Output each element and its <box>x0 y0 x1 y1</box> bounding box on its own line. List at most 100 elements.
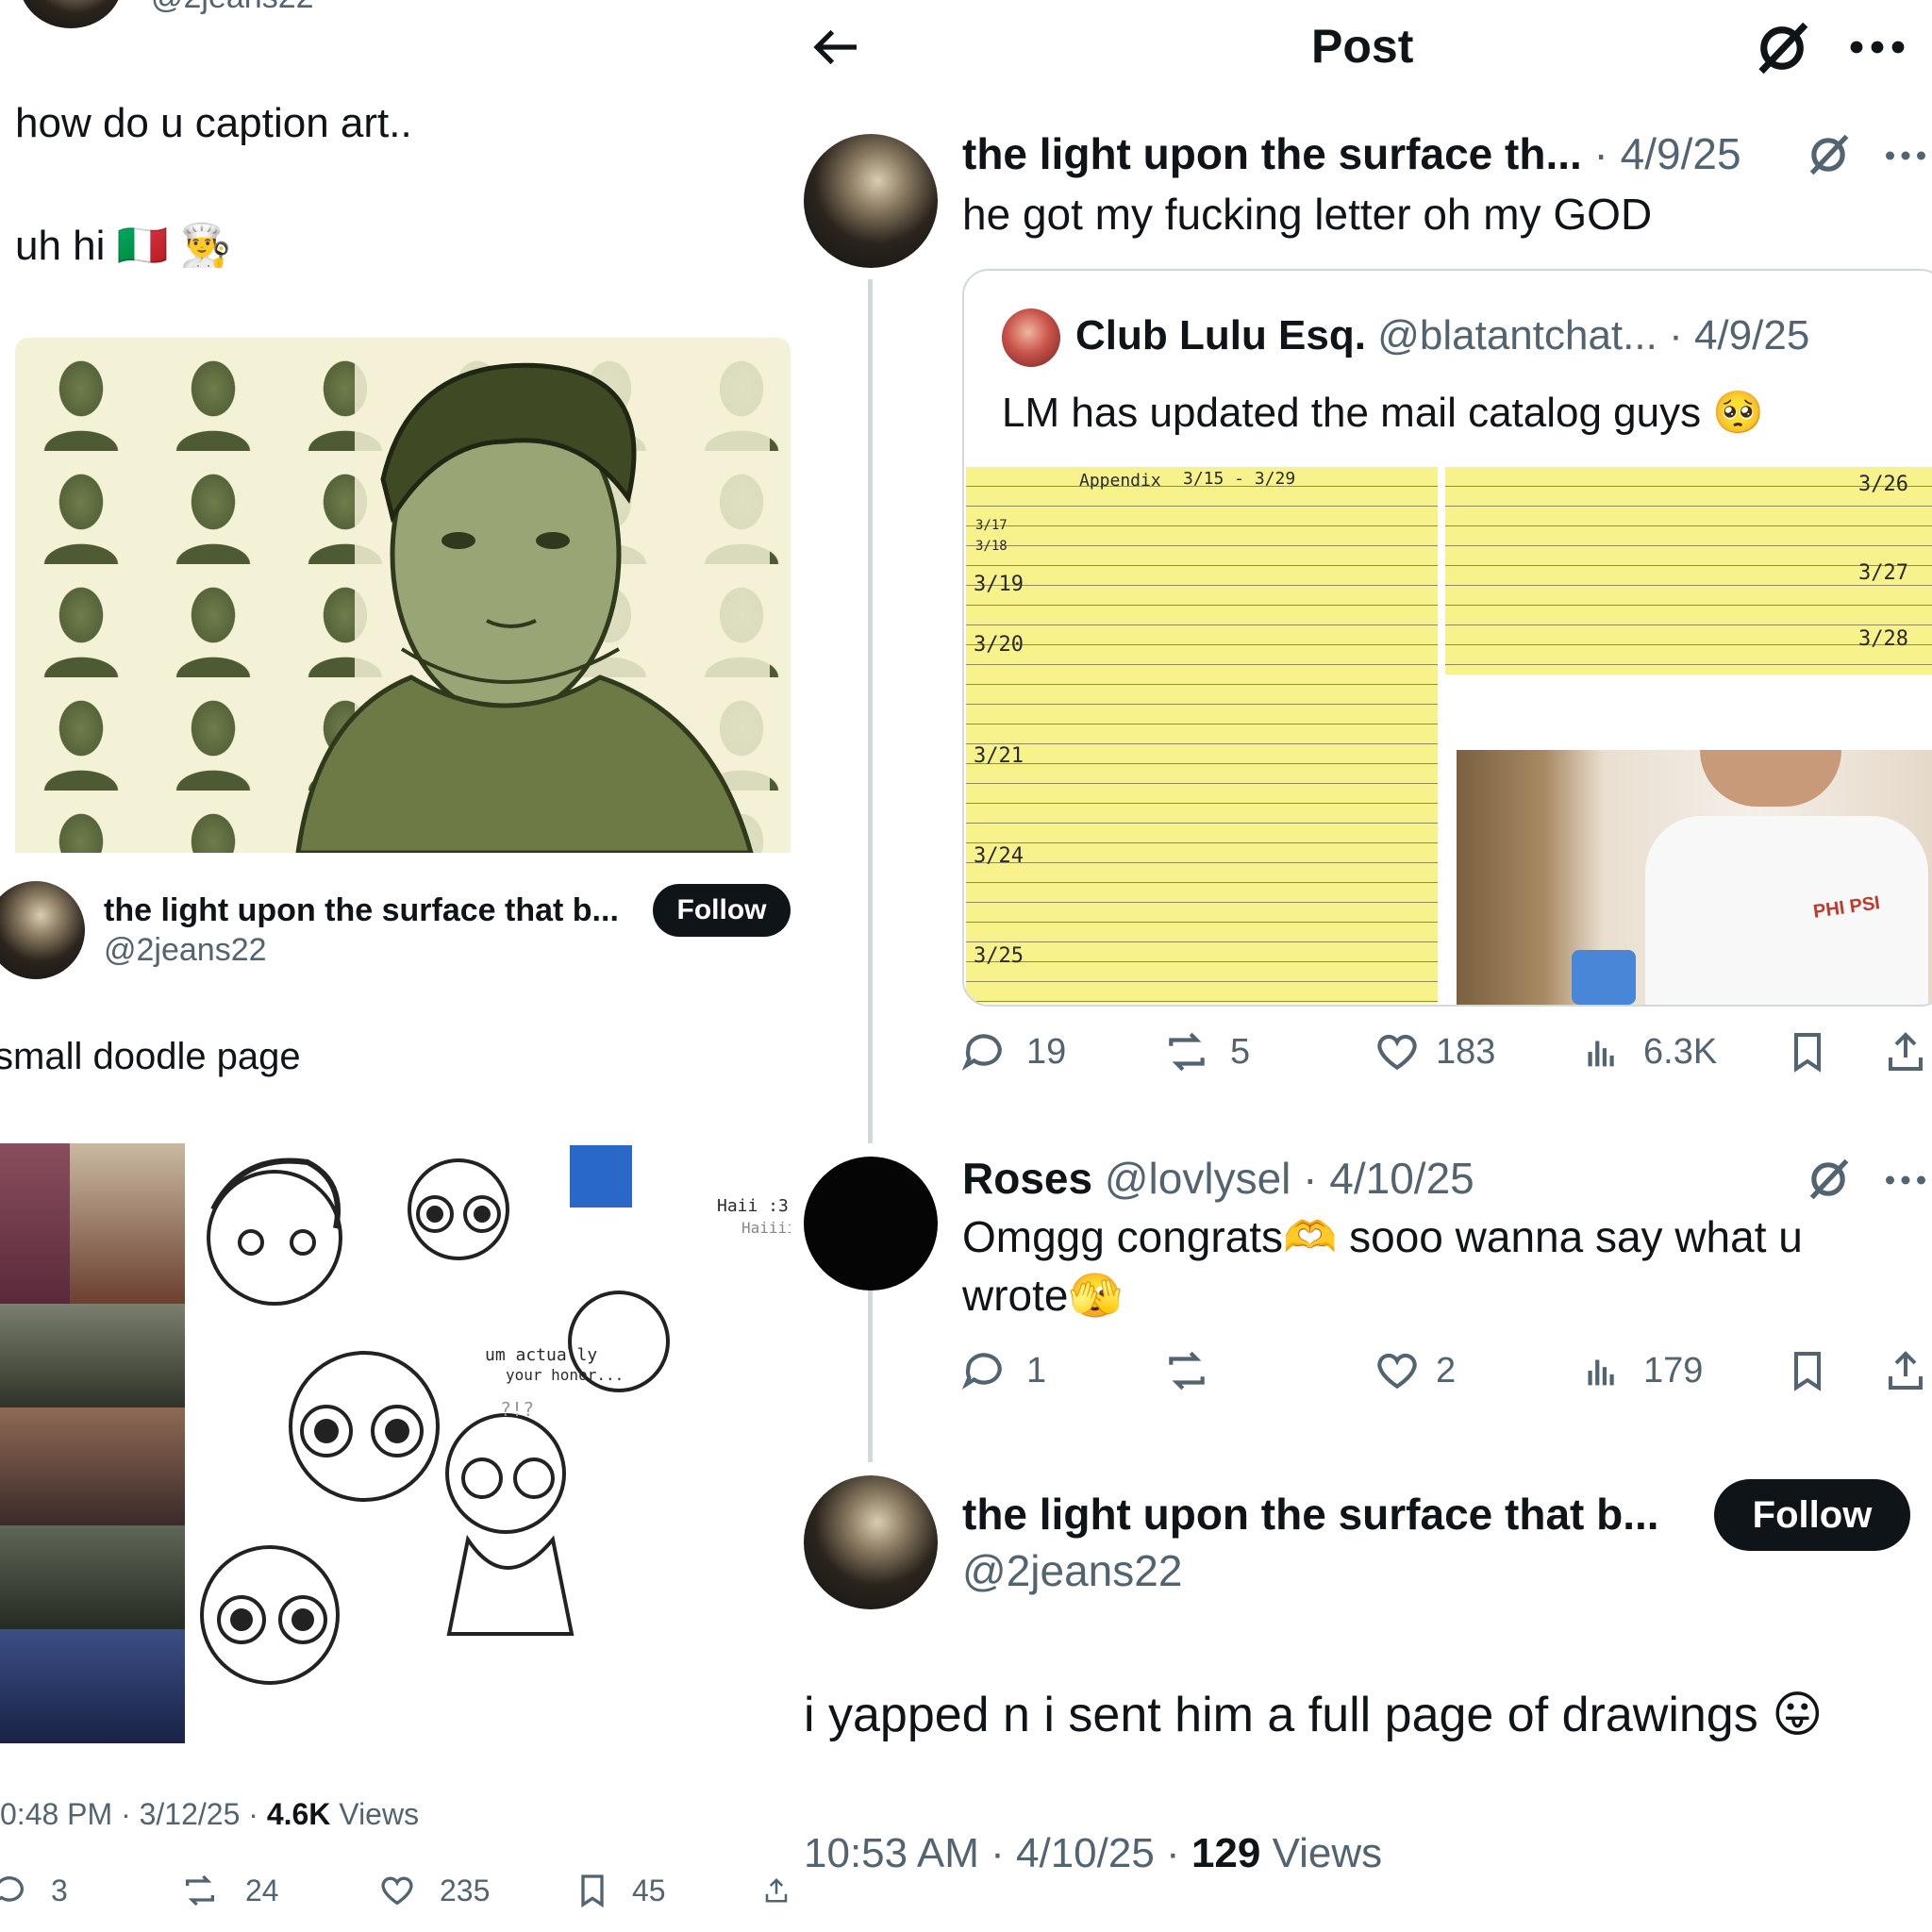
catalog-date-1: 3/17 <box>975 518 1008 533</box>
collage-photo-4 <box>0 1407 185 1525</box>
back-arrow-icon[interactable] <box>808 21 866 74</box>
photo-collage[interactable] <box>0 1143 185 1743</box>
catalog-right-date-3: 3/28 <box>1858 627 1908 651</box>
doodle-text-qmarks: ?!? <box>500 1398 535 1421</box>
quote-date: 4/9/25 <box>1693 312 1810 358</box>
doodle-text-your-honor: your honor... <box>506 1366 625 1384</box>
author-post-date[interactable]: 4/10/25 <box>1016 1830 1155 1876</box>
catalog-date-6: 3/24 <box>974 844 1024 868</box>
catalog-right-image: 3/26 3/27 3/28 <box>1445 467 1932 675</box>
main-tweet-date[interactable]: 4/9/25 <box>1621 129 1741 178</box>
left-meta-dot-1: · <box>112 1797 140 1831</box>
doodle-post-text: small doodle page <box>0 1036 301 1077</box>
catalog-date-2: 3/18 <box>975 539 1008 554</box>
doodle-text-um-actually: um actually <box>485 1345 598 1365</box>
left-reply-icon[interactable] <box>0 1872 28 1909</box>
left-share-icon[interactable] <box>762 1870 791 1911</box>
doodle-text-haii: Haii :3 <box>717 1196 789 1216</box>
quote-card[interactable]: Club Lulu Esq. @blatantchat... · 4/9/25 … <box>962 269 1932 1007</box>
thread-line-1 <box>868 279 873 1143</box>
main-tweet-more-icon[interactable] <box>1883 142 1928 170</box>
reply-bookmark-icon[interactable] <box>1785 1345 1830 1396</box>
catalog-title: Appendix <box>1079 471 1161 491</box>
left-bookmark-icon[interactable] <box>574 1870 611 1911</box>
doodle-page-image[interactable]: Haii :3 Haiiii um actually your honor...… <box>185 1143 791 1743</box>
top-avatar[interactable] <box>19 0 123 28</box>
left-views-label: Views <box>339 1797 420 1831</box>
portrait-drawing <box>295 338 770 853</box>
main-views-icon[interactable] <box>1581 1028 1624 1075</box>
author-post-name[interactable]: the light upon the surface that b... <box>962 1489 1659 1540</box>
reply-more-icon[interactable] <box>1883 1166 1928 1194</box>
header-title: Post <box>1311 20 1414 73</box>
reply-repost-icon[interactable] <box>1162 1347 1211 1394</box>
main-bookmark-icon[interactable] <box>1785 1026 1830 1077</box>
quote-dot: · <box>1657 312 1694 358</box>
quote-handle: @blatantchat... <box>1377 312 1657 358</box>
author-follow-button[interactable]: Follow <box>1714 1479 1910 1551</box>
main-repost-count: 5 <box>1230 1032 1251 1072</box>
collage-photo-6 <box>0 1629 185 1743</box>
quoted-author-name[interactable]: the light upon the surface that b... <box>104 892 619 929</box>
collage-photo-3 <box>0 1304 185 1407</box>
main-tweet-grok-icon[interactable] <box>1804 130 1853 179</box>
left-meta: 0:48 PM · 3/12/25 · 4.6K Views <box>0 1797 419 1832</box>
left-repost-icon[interactable] <box>181 1872 219 1909</box>
photo-gift <box>1572 950 1636 1005</box>
author-post-time: 10:53 AM <box>804 1830 979 1876</box>
catalog-date-4: 3/20 <box>974 633 1024 657</box>
reply-reply-icon[interactable] <box>960 1347 1008 1394</box>
quoted-author-avatar[interactable] <box>0 881 85 979</box>
more-icon[interactable] <box>1847 28 1907 66</box>
main-like-icon[interactable] <box>1372 1028 1423 1075</box>
left-meta-dot-2: · <box>240 1797 267 1831</box>
reply-views-count: 179 <box>1643 1351 1704 1391</box>
reply-share-icon[interactable] <box>1883 1345 1928 1396</box>
reply-avatar[interactable] <box>804 1157 938 1291</box>
reply-text-line-1: Omggg congrats🫶 sooo wanna say what u <box>962 1212 1803 1261</box>
reply-grok-icon[interactable] <box>1804 1155 1853 1204</box>
reply-name[interactable]: Roses <box>962 1154 1092 1203</box>
caption-line-1: how do u caption art.. <box>15 100 412 146</box>
author-meta-dot-2: · <box>1154 1830 1191 1876</box>
portrait-art-image[interactable] <box>15 338 791 853</box>
main-tweet-header: the light upon the surface th... · 4/9/2… <box>962 128 1741 179</box>
main-share-icon[interactable] <box>1883 1026 1928 1077</box>
main-reply-count: 19 <box>1026 1032 1067 1072</box>
left-repost-count: 24 <box>245 1874 279 1907</box>
reply-date[interactable]: 4/10/25 <box>1329 1154 1474 1203</box>
main-tweet-text: he got my fucking letter oh my GOD <box>962 190 1653 239</box>
author-post-avatar[interactable] <box>804 1475 938 1609</box>
reply-like-count: 2 <box>1436 1351 1457 1391</box>
reply-dot: · <box>1291 1154 1330 1203</box>
quote-header: Club Lulu Esq. @blatantchat... · 4/9/25 <box>1075 312 1809 359</box>
grok-icon[interactable] <box>1751 17 1813 79</box>
left-date[interactable]: 3/12/25 <box>140 1797 241 1831</box>
author-post-views-count: 129 <box>1191 1830 1261 1876</box>
author-meta-dot-1: · <box>978 1830 1017 1876</box>
catalog-right-date-1: 3/26 <box>1858 473 1908 496</box>
author-post-text: i yapped n i sent him a full page of dra… <box>804 1688 1824 1742</box>
left-views-count: 4.6K <box>266 1797 331 1831</box>
reply-handle[interactable]: @lovlysel <box>1105 1154 1291 1203</box>
reply-views-icon[interactable] <box>1581 1347 1624 1394</box>
left-bookmark-count: 45 <box>632 1874 666 1907</box>
reply-reply-count: 1 <box>1026 1351 1047 1391</box>
reply-like-icon[interactable] <box>1372 1347 1423 1394</box>
left-follow-button[interactable]: Follow <box>653 884 791 937</box>
doodle-text-haiii: Haiiii <box>741 1219 791 1237</box>
reply-text-line-2: wrote🫣 <box>962 1271 1123 1320</box>
caption-line-2: uh hi 🇮🇹 👨‍🍳 <box>15 223 232 269</box>
top-handle[interactable]: @2jeans22 <box>151 0 314 16</box>
author-post-views-label: Views <box>1272 1830 1383 1876</box>
catalog-right-date-2: 3/27 <box>1858 561 1908 585</box>
main-repost-icon[interactable] <box>1162 1028 1211 1075</box>
main-tweet-name[interactable]: the light upon the surface th... <box>962 129 1582 178</box>
catalog-date-3: 3/19 <box>974 573 1024 596</box>
author-post-handle[interactable]: @2jeans22 <box>962 1545 1182 1596</box>
quoted-author-handle[interactable]: @2jeans22 <box>104 932 267 969</box>
photo-face <box>1700 750 1841 807</box>
main-reply-icon[interactable] <box>960 1028 1008 1075</box>
main-tweet-avatar[interactable] <box>804 134 938 268</box>
left-like-icon[interactable] <box>377 1872 417 1909</box>
